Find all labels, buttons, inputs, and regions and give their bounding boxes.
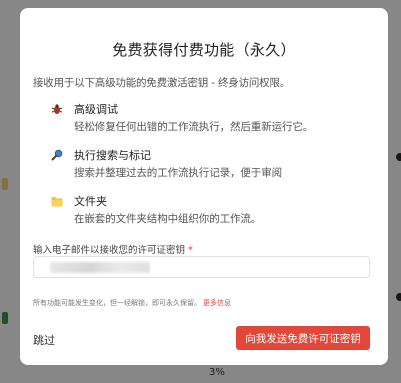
email-label: 输入电子邮件以接收您的许可证密钥 * bbox=[33, 242, 193, 256]
feature-advanced-debugging: 高级调试 轻松修复任何出错的工作流执行，然后重新运行它。 bbox=[50, 101, 350, 135]
required-mark: * bbox=[188, 245, 193, 256]
license-dialog: 免费获得付费功能（永久） 接收用于以下高级功能的免费激活密钥 - 终身访问权限。… bbox=[20, 8, 388, 365]
feature-desc: 轻松修复任何出错的工作流执行，然后重新运行它。 bbox=[74, 121, 314, 133]
email-label-text: 输入电子邮件以接收您的许可证密钥 bbox=[33, 245, 186, 256]
feature-execution-search: 执行搜索与标记 搜索并整理过去的工作流执行记录，便于审阅 bbox=[50, 147, 350, 181]
feature-desc: 在嵌套的文件夹结构中组织你的工作流。 bbox=[74, 213, 262, 225]
dialog-title: 免费获得付费功能（永久） bbox=[112, 41, 296, 59]
feature-name: 高级调试 bbox=[74, 103, 118, 116]
feature-folders: 文件夹 在嵌套的文件夹结构中组织你的工作流。 bbox=[50, 193, 350, 227]
send-license-key-button[interactable]: 向我发送免费许可证密钥 bbox=[236, 326, 370, 350]
bug-icon bbox=[50, 102, 64, 116]
redacted-email-value bbox=[50, 262, 150, 273]
skip-button[interactable]: 跳过 bbox=[33, 330, 55, 352]
folder-icon bbox=[50, 194, 64, 208]
dialog-intro: 接收用于以下高级功能的免费激活密钥 - 终身访问权限。 bbox=[33, 77, 291, 89]
more-info-link[interactable]: 更多信息 bbox=[203, 299, 231, 307]
feature-name: 执行搜索与标记 bbox=[74, 149, 151, 162]
feature-desc: 搜索并整理过去的工作流执行记录，便于审阅 bbox=[74, 167, 282, 179]
magnifier-icon bbox=[50, 148, 64, 162]
note-text: 所有功能可能发生变化，但一经解锁，即可永久保留。 bbox=[33, 299, 201, 307]
feature-name: 文件夹 bbox=[74, 195, 107, 208]
dialog-note: 所有功能可能发生变化，但一经解锁，即可永久保留。 更多信息 bbox=[33, 298, 231, 308]
